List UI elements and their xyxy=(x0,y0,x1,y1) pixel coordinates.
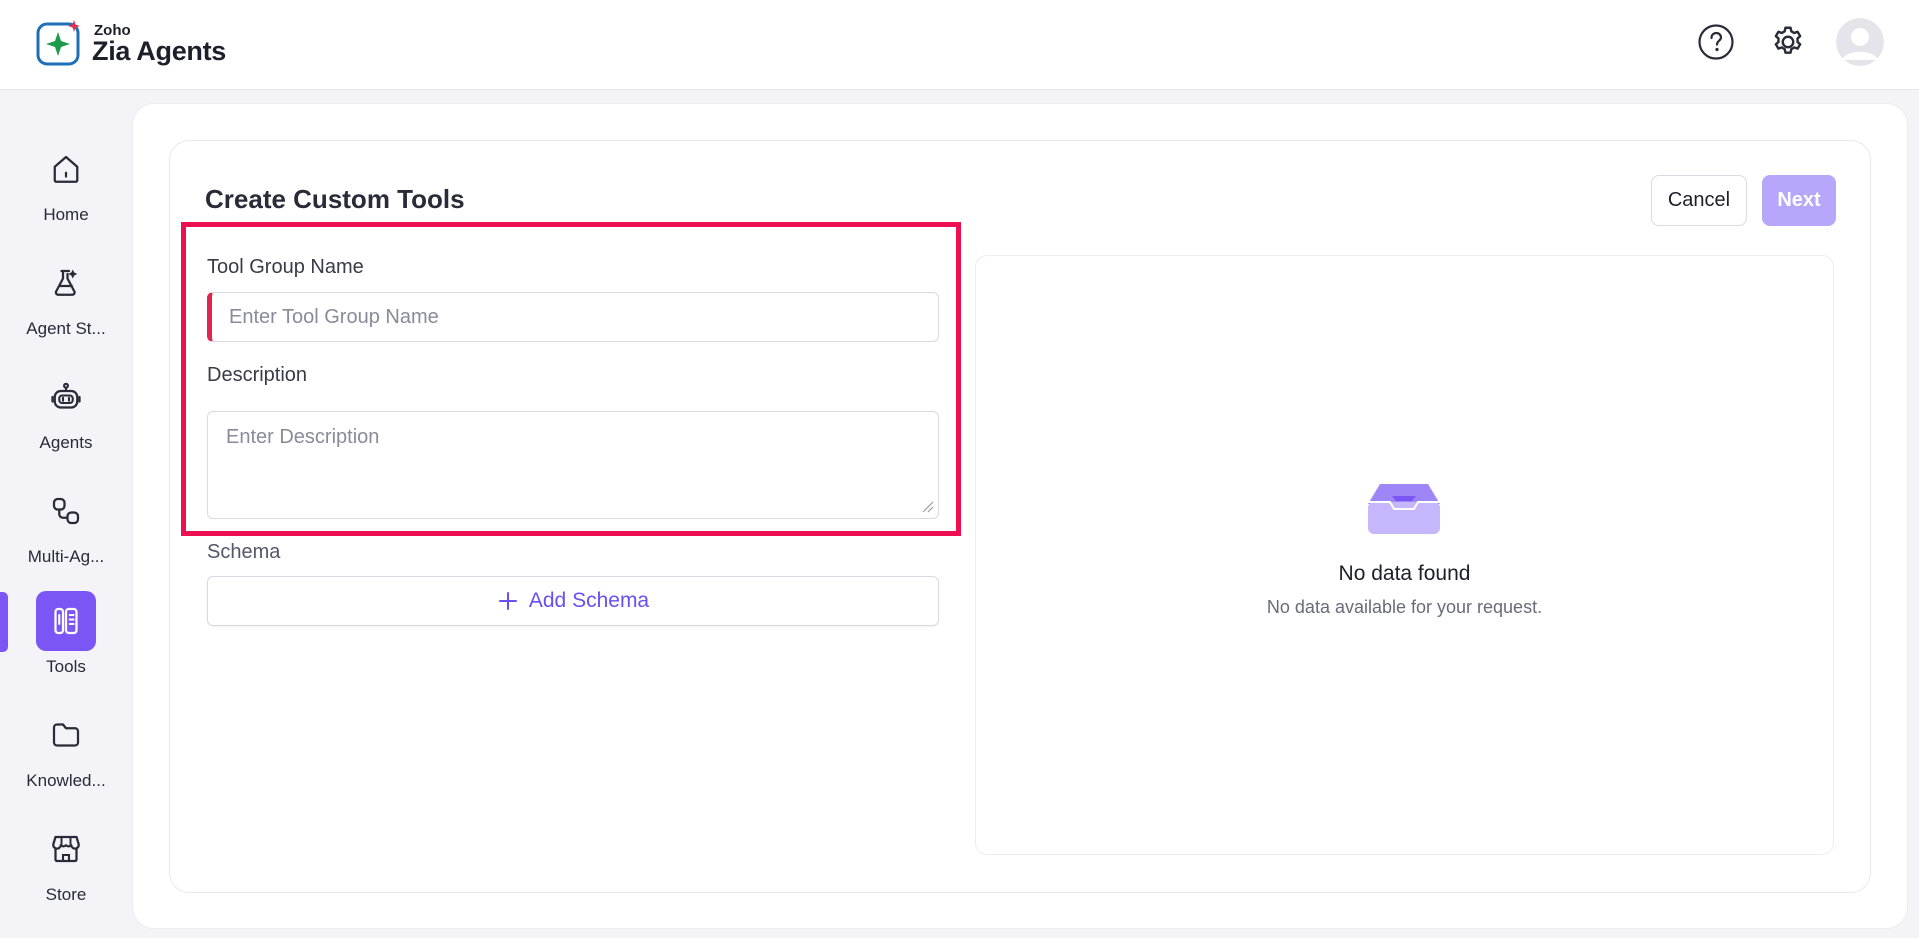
plus-icon xyxy=(498,592,517,610)
preview-panel xyxy=(975,255,1834,855)
avatar-icon xyxy=(1836,18,1884,66)
help-icon xyxy=(1698,24,1734,60)
help-button[interactable] xyxy=(1696,22,1736,62)
multi-agent-icon xyxy=(36,481,96,541)
sidebar-item-agent-studio[interactable]: Agent St... xyxy=(0,253,132,353)
next-button[interactable]: Next xyxy=(1762,175,1836,226)
add-schema-label: Add Schema xyxy=(528,589,650,612)
sidebar-item-agents[interactable]: Agents xyxy=(0,367,132,467)
tool-group-name-input[interactable] xyxy=(207,292,939,342)
sidebar-item-label: Home xyxy=(43,205,89,224)
sidebar-item-knowledge[interactable]: Knowled... xyxy=(0,705,132,805)
sidebar-item-home[interactable]: Home xyxy=(0,139,132,239)
description-label: Description xyxy=(207,364,308,386)
page-title: Create Custom Tools xyxy=(205,184,465,214)
empty-state-title: No data found xyxy=(1338,562,1471,585)
sidebar-item-label: Tools xyxy=(46,657,86,676)
tool-group-name-label: Tool Group Name xyxy=(207,256,364,278)
store-icon xyxy=(36,819,96,879)
sidebar-item-label: Knowled... xyxy=(26,771,106,790)
top-header: Zoho Zia Agents xyxy=(0,0,1919,90)
user-avatar[interactable] xyxy=(1836,18,1884,66)
sidebar-item-multi-agent[interactable]: Multi-Ag... xyxy=(0,481,132,581)
sidebar-item-label: Store xyxy=(45,885,87,904)
settings-icon xyxy=(1774,26,1802,54)
left-sidebar: Home Agent St... Agents Multi-Ag... Tool… xyxy=(0,91,132,938)
home-icon xyxy=(36,139,96,199)
cancel-button[interactable]: Cancel xyxy=(1651,175,1747,226)
resize-handle-icon[interactable] xyxy=(918,497,934,513)
inbox-tray-icon xyxy=(1368,484,1440,534)
empty-state-subtitle: No data available for your request. xyxy=(1266,597,1543,617)
zia-agents-logo-icon[interactable] xyxy=(36,18,84,66)
schema-label: Schema xyxy=(207,541,281,563)
sidebar-item-label: Agents xyxy=(39,433,93,452)
tools-icon xyxy=(36,591,96,651)
folder-icon xyxy=(36,705,96,765)
brand-product-name: Zia Agents xyxy=(92,36,227,66)
sidebar-item-tools[interactable]: Tools xyxy=(0,591,132,691)
description-textarea[interactable] xyxy=(207,411,939,519)
add-schema-button[interactable]: Add Schema xyxy=(207,576,939,626)
robot-icon xyxy=(36,367,96,427)
settings-button[interactable] xyxy=(1768,22,1808,62)
sidebar-item-label: Agent St... xyxy=(26,319,106,338)
sidebar-item-label: Multi-Ag... xyxy=(27,547,105,566)
sidebar-item-store[interactable]: Store xyxy=(0,819,132,919)
agent-studio-icon xyxy=(36,253,96,313)
